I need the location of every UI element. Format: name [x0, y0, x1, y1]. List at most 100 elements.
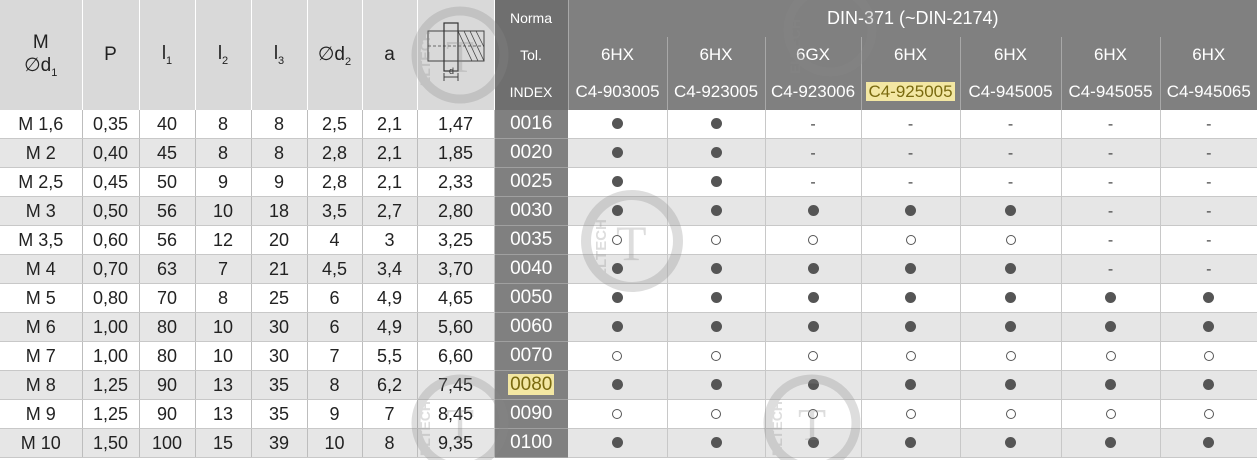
- filled-dot-icon: [1203, 321, 1215, 332]
- availability-cell: -: [1160, 167, 1257, 197]
- cell-l3: 8: [251, 110, 308, 139]
- cell-l3: 18: [251, 196, 308, 226]
- filled-dot-icon: [1105, 379, 1116, 390]
- availability-cell: [667, 167, 766, 197]
- availability-cell: -: [765, 110, 862, 139]
- availability-cell: [861, 225, 961, 255]
- cell-diam: 4,65: [417, 283, 495, 313]
- cell-l2: 8: [195, 110, 252, 139]
- availability-cell: -: [960, 138, 1062, 168]
- availability-cell: [765, 283, 862, 313]
- cell-l3: 8: [251, 138, 308, 168]
- dash-icon: -: [907, 145, 914, 162]
- cell-index: 0100: [494, 428, 568, 458]
- availability-cell: [1160, 341, 1257, 371]
- cell-m: M 8: [0, 370, 83, 400]
- availability-cell: -: [765, 167, 862, 197]
- filled-dot-icon: [710, 321, 722, 332]
- cell-m: M 1,6: [0, 110, 83, 139]
- availability-cell: [765, 196, 862, 226]
- filled-dot-icon: [611, 118, 623, 129]
- cell-a: 4,9: [362, 283, 418, 313]
- tolerance-2: 6HX: [667, 36, 766, 74]
- code-7: C4-945065: [1160, 73, 1257, 110]
- availability-cell: [765, 399, 862, 429]
- norma-label: Norma: [494, 0, 569, 37]
- table-row: M 3 0,50 56 10 18 3,5 2,7 2,80 0030 - -: [0, 196, 1257, 226]
- availability-cell: [568, 167, 668, 197]
- availability-cell: [568, 196, 668, 226]
- filled-dot-icon: [1105, 292, 1116, 303]
- cell-l2: 8: [195, 283, 252, 313]
- cell-a: 5,5: [362, 341, 418, 371]
- availability-cell: [960, 196, 1062, 226]
- hollow-dot-icon: [1005, 235, 1016, 245]
- table-row: M 6 1,00 80 10 30 6 4,9 5,60 0060: [0, 312, 1257, 342]
- availability-cell: [861, 196, 961, 226]
- table-row: M 9 1,25 90 13 35 9 7 8,45 0090: [0, 399, 1257, 429]
- table-body: M 1,6 0,35 40 8 8 2,5 2,1 1,47 0016- - - - - M 2 0,40 4…: [0, 110, 1257, 458]
- hollow-dot-icon: [1203, 409, 1214, 419]
- availability-cell: [568, 399, 668, 429]
- availability-cell: [1160, 370, 1257, 400]
- table-row: M 10 1,50 100 15 39 10 8 9,35 0100: [0, 428, 1257, 458]
- cell-p: 0,50: [82, 196, 140, 226]
- availability-cell: [1160, 312, 1257, 342]
- cell-l1: 40: [139, 110, 196, 139]
- cell-index: 0040: [494, 254, 568, 284]
- cell-m: M 9: [0, 399, 83, 429]
- filled-dot-icon: [1005, 437, 1016, 448]
- hollow-dot-icon: [808, 351, 818, 361]
- filled-dot-icon: [1005, 321, 1016, 332]
- availability-cell: [1160, 399, 1257, 429]
- availability-cell: [667, 254, 766, 284]
- cell-a: 3,4: [362, 254, 418, 284]
- cell-l1: 50: [139, 167, 196, 197]
- filled-dot-icon: [1005, 292, 1016, 303]
- availability-cell: [568, 138, 668, 168]
- availability-cell: [960, 225, 1062, 255]
- cell-p: 1,00: [82, 341, 140, 371]
- code-2: C4-923005: [667, 73, 766, 110]
- availability-cell: [667, 428, 766, 458]
- header-d2: ∅d2: [307, 0, 363, 110]
- tolerance-1: 6HX: [568, 36, 668, 74]
- filled-dot-icon: [807, 379, 819, 390]
- cell-diam: 7,45: [417, 370, 495, 400]
- availability-cell: [1061, 370, 1161, 400]
- hollow-dot-icon: [1105, 409, 1116, 419]
- table-row: M 2,5 0,45 50 9 9 2,8 2,1 2,33 0025- - - - -: [0, 167, 1257, 197]
- availability-cell: [568, 283, 668, 313]
- tolerance-4: 6HX: [861, 36, 961, 74]
- availability-cell: [667, 399, 766, 429]
- cell-l2: 13: [195, 370, 252, 400]
- header-m-d1: M ∅d1: [0, 0, 83, 110]
- dash-icon: -: [810, 174, 816, 191]
- header-l2: l2: [195, 0, 252, 110]
- cell-l3: 30: [251, 341, 308, 371]
- cell-p: 0,45: [82, 167, 140, 197]
- filled-dot-icon: [807, 263, 819, 274]
- cell-l3: 21: [251, 254, 308, 284]
- cell-l3: 9: [251, 167, 308, 197]
- availability-cell: [1160, 283, 1257, 313]
- filled-dot-icon: [611, 321, 623, 332]
- availability-cell: -: [1061, 167, 1161, 197]
- dash-icon: -: [1107, 174, 1114, 191]
- cell-diam: 3,25: [417, 225, 495, 255]
- cell-l2: 10: [195, 196, 252, 226]
- dash-icon: -: [1007, 116, 1014, 133]
- table-row: M 5 0,80 70 8 25 6 4,9 4,65 0050: [0, 283, 1257, 313]
- tolerance-6: 6HX: [1061, 36, 1161, 74]
- cell-l3: 30: [251, 312, 308, 342]
- cell-m: M 4: [0, 254, 83, 284]
- availability-cell: [568, 312, 668, 342]
- filled-dot-icon: [807, 321, 819, 332]
- cell-index: 0060: [494, 312, 568, 342]
- hollow-dot-icon: [905, 409, 916, 419]
- cell-a: 4,9: [362, 312, 418, 342]
- cell-diam: 2,80: [417, 196, 495, 226]
- availability-cell: [861, 428, 961, 458]
- cell-d2: 6: [307, 312, 363, 342]
- dash-icon: -: [1107, 116, 1114, 133]
